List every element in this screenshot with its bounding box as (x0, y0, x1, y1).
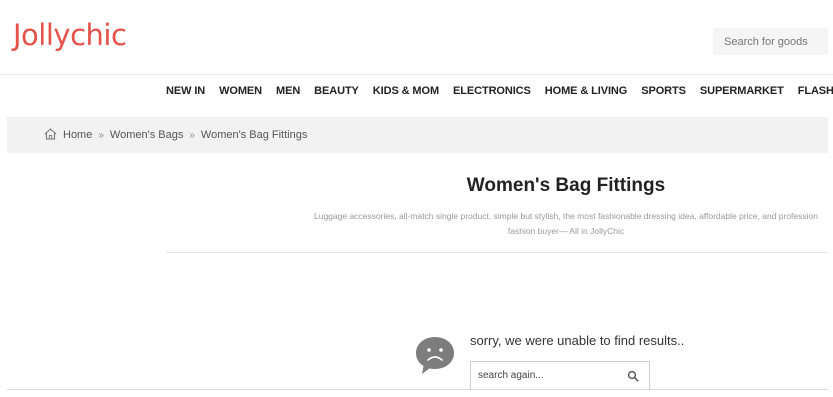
category-description-line2: fashion buyer— All in JollyChic (507, 226, 625, 236)
sad-face-chat-icon (416, 337, 454, 374)
breadcrumb-current: Women's Bag Fittings (200, 129, 308, 141)
nav-item-kids-mom[interactable]: KIDS & MOM (373, 85, 439, 97)
search-again-box[interactable] (470, 361, 650, 390)
site-logo[interactable]: Jollychic (13, 18, 127, 52)
nav-item-women[interactable]: WOMEN (219, 85, 262, 97)
nav-item-sports[interactable]: SPORTS (641, 85, 686, 97)
search-again-input[interactable] (478, 370, 618, 381)
no-results-message: sorry, we were unable to find results.. (470, 333, 685, 348)
page-title: Women's Bag Fittings (466, 175, 666, 196)
site-header: Jollychic (0, 0, 833, 75)
category-description: Luggage accessories, all-match single pr… (300, 209, 832, 239)
main-nav: NEW IN WOMEN MEN BEAUTY KIDS & MOM ELECT… (0, 75, 833, 116)
nav-item-supermarket[interactable]: SUPERMARKET (700, 85, 784, 97)
breadcrumb-separator: » (189, 129, 195, 141)
category-header: Women's Bag Fittings Luggage accessories… (166, 153, 828, 253)
nav-item-electronics[interactable]: ELECTRONICS (453, 85, 531, 97)
breadcrumb-separator: » (98, 129, 104, 141)
breadcrumb: Home » Women's Bags » Women's Bag Fittin… (7, 117, 828, 153)
nav-item-beauty[interactable]: BEAUTY (314, 85, 359, 97)
search-icon[interactable] (627, 370, 639, 382)
header-search-input[interactable] (724, 35, 828, 48)
divider (7, 389, 828, 390)
breadcrumb-home[interactable]: Home (63, 129, 92, 141)
breadcrumb-womens-bags[interactable]: Women's Bags (110, 129, 183, 141)
nav-item-new-in[interactable]: NEW IN (166, 85, 205, 97)
nav-item-home-living[interactable]: HOME & LIVING (545, 85, 628, 97)
nav-item-men[interactable]: MEN (276, 85, 300, 97)
home-icon[interactable] (44, 128, 57, 140)
category-description-line1: Luggage accessories, all-match single pr… (314, 211, 818, 221)
nav-item-flash-sale[interactable]: FLASH SALE (798, 85, 833, 97)
header-search-box[interactable] (713, 28, 828, 55)
